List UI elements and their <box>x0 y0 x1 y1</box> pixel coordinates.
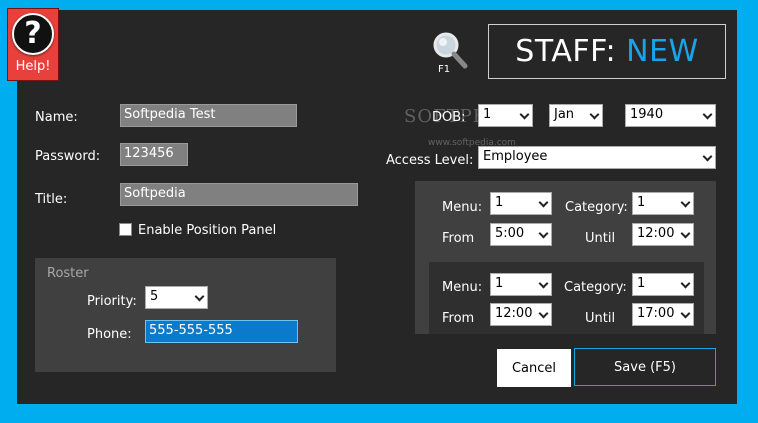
priority-label: Priority: <box>87 294 137 309</box>
chevron-down-icon <box>589 109 600 120</box>
roster-panel: Roster <box>35 258 336 372</box>
dob-month-select[interactable]: Jan <box>549 104 603 127</box>
chevron-down-icon <box>538 228 549 239</box>
access-level-label: Access Level: <box>386 153 474 168</box>
search-hotkey-label: F1 <box>438 64 451 75</box>
schedule-until-value: 17:00 <box>637 306 675 321</box>
schedule-category-value: 1 <box>637 195 646 210</box>
question-mark-icon: ? <box>12 13 54 55</box>
schedule-until-label: Until <box>585 231 616 246</box>
schedule-category-select[interactable]: 1 <box>632 273 694 296</box>
chevron-down-icon <box>680 197 691 208</box>
schedule-until-label: Until <box>585 311 616 326</box>
dob-year-value: 1940 <box>630 107 664 122</box>
dob-month-value: Jan <box>554 107 575 122</box>
schedule-from-label: From <box>442 231 475 246</box>
cancel-button[interactable]: Cancel <box>497 349 571 387</box>
page-title: STAFF: NEW <box>488 24 726 79</box>
help-button[interactable]: ? Help! <box>7 8 59 81</box>
access-level-select[interactable]: Employee <box>478 146 716 169</box>
position-panel-checkbox[interactable] <box>119 223 132 236</box>
password-label: Password: <box>35 149 101 164</box>
chevron-down-icon <box>538 308 549 319</box>
chevron-down-icon <box>680 308 691 319</box>
schedule-menu-label: Menu: <box>442 200 483 215</box>
phone-label: Phone: <box>87 327 132 342</box>
password-input[interactable]: 123456 <box>120 143 188 166</box>
schedule-category-value: 1 <box>637 276 646 291</box>
schedule-menu-value: 1 <box>495 276 504 291</box>
access-level-value: Employee <box>483 149 548 164</box>
schedule-category-label: Category: <box>564 280 627 295</box>
schedule-from-select[interactable]: 5:00 <box>490 223 552 246</box>
position-panel-label: Enable Position Panel <box>138 223 277 238</box>
schedule-until-value: 12:00 <box>637 226 675 241</box>
priority-select[interactable]: 5 <box>145 286 208 309</box>
schedule-category-label: Category: <box>565 200 628 215</box>
schedule-from-label: From <box>442 311 475 326</box>
title-label: Title: <box>35 192 68 207</box>
dob-day-select[interactable]: 1 <box>478 104 533 127</box>
chevron-down-icon <box>702 151 713 162</box>
chevron-down-icon <box>519 109 530 120</box>
save-button[interactable]: Save (F5) <box>574 348 716 386</box>
schedule-until-select[interactable]: 17:00 <box>632 303 694 326</box>
schedule-from-select[interactable]: 12:00 <box>490 303 552 326</box>
phone-input[interactable]: 555-555-555 <box>145 320 298 343</box>
chevron-down-icon <box>538 278 549 289</box>
dob-year-select[interactable]: 1940 <box>625 104 716 127</box>
schedule-menu-value: 1 <box>495 195 504 210</box>
chevron-down-icon <box>680 278 691 289</box>
schedule-menu-label: Menu: <box>442 280 483 295</box>
priority-value: 5 <box>150 289 159 304</box>
chevron-down-icon <box>538 197 549 208</box>
help-label: Help! <box>15 59 51 74</box>
schedule-from-value: 5:00 <box>495 226 525 241</box>
roster-title: Roster <box>47 266 89 281</box>
schedule-from-value: 12:00 <box>495 306 533 321</box>
title-text: STAFF: <box>515 34 617 69</box>
chevron-down-icon <box>680 228 691 239</box>
chevron-down-icon <box>194 291 205 302</box>
chevron-down-icon <box>702 109 713 120</box>
title-mode: NEW <box>626 34 699 69</box>
schedule-until-select[interactable]: 12:00 <box>632 223 694 246</box>
schedule-menu-select[interactable]: 1 <box>490 273 552 296</box>
name-input[interactable]: Softpedia Test <box>120 104 297 127</box>
dob-day-value: 1 <box>483 107 492 122</box>
schedule-menu-select[interactable]: 1 <box>490 192 552 215</box>
dob-label: DOB: <box>432 110 466 125</box>
title-input[interactable]: Softpedia <box>120 183 358 206</box>
name-label: Name: <box>35 110 78 125</box>
schedule-category-select[interactable]: 1 <box>632 192 694 215</box>
